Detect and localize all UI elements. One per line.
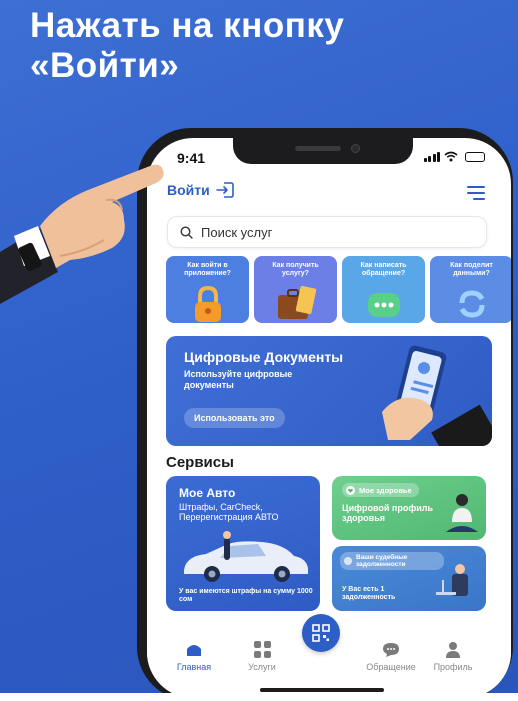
car-illustration bbox=[184, 531, 308, 582]
message-icon bbox=[383, 643, 399, 657]
grid-icon bbox=[253, 641, 271, 658]
phone-notch bbox=[233, 138, 413, 164]
story-label: Как написать обращение? bbox=[360, 262, 407, 277]
story-card-service[interactable]: Как получить услугу? bbox=[254, 256, 337, 323]
stories-row: Как войти в приложение? Как получить усл… bbox=[166, 256, 511, 323]
story-label: Как поделит данными? bbox=[450, 262, 493, 277]
phone-screen: 9:41 Войти Как войти в приложение? bbox=[147, 138, 511, 698]
battery-icon bbox=[465, 152, 485, 162]
health-pill: Мое здоровье bbox=[342, 483, 419, 497]
court-pill: Ваши судебные задолженности bbox=[340, 552, 444, 570]
court-pill-label: Ваши судебные задолженности bbox=[356, 554, 408, 568]
wifi-icon bbox=[444, 151, 458, 162]
search-field[interactable] bbox=[167, 216, 487, 248]
tab-profile[interactable]: Профиль bbox=[423, 640, 483, 672]
tab-profile-label: Профиль bbox=[433, 662, 473, 672]
headline-line-2: «Войти» bbox=[30, 46, 180, 85]
banner-subtitle: Используйте цифровые документы bbox=[184, 369, 293, 390]
meditation-illustration bbox=[446, 494, 478, 532]
signal-icon bbox=[423, 152, 440, 162]
my-auto-card[interactable]: Мое Авто Штрафы, CarCheck, Перерегистрац… bbox=[166, 476, 320, 611]
status-icons bbox=[423, 151, 485, 162]
story-card-share[interactable]: Как поделит данными? bbox=[430, 256, 511, 323]
auto-title: Мое Авто bbox=[179, 486, 236, 500]
sync-icon bbox=[459, 290, 484, 318]
search-input[interactable] bbox=[201, 224, 461, 240]
health-text: Цифровой профиль здоровья bbox=[342, 503, 434, 523]
story-card-appeal[interactable]: Как написать обращение? bbox=[342, 256, 425, 323]
chat-bubble-icon bbox=[367, 293, 400, 317]
court-debts-card[interactable]: Ваши судебные задолженности У Вас есть 1… bbox=[332, 546, 486, 611]
headline: Нажать на кнопку «Войти» bbox=[30, 6, 344, 86]
qr-code-icon bbox=[312, 624, 330, 642]
qr-scan-button[interactable] bbox=[302, 614, 340, 652]
heart-icon bbox=[346, 485, 355, 495]
my-health-card[interactable]: Мое здоровье Цифровой профиль здоровья bbox=[332, 476, 486, 540]
padlock-icon bbox=[194, 285, 221, 322]
tab-appeal[interactable]: Обращение bbox=[361, 640, 421, 672]
home-indicator bbox=[260, 688, 384, 692]
digital-documents-banner[interactable]: Цифровые Документы Используйте цифровые … bbox=[166, 336, 492, 446]
tab-services[interactable]: Услуги bbox=[232, 640, 292, 672]
court-dot-icon bbox=[344, 557, 352, 565]
tab-home[interactable]: Главная bbox=[164, 640, 224, 672]
services-title: Сервисы bbox=[166, 454, 234, 471]
judge-illustration bbox=[436, 564, 468, 596]
use-it-button[interactable]: Использовать это bbox=[184, 408, 285, 428]
login-arrow-icon bbox=[215, 182, 234, 198]
menu-icon[interactable] bbox=[467, 186, 485, 204]
court-debt-note: У Вас есть 1 задолженность bbox=[342, 586, 396, 601]
headline-line-1: Нажать на кнопку bbox=[30, 6, 345, 45]
auto-fines-note: У вас имеются штрафы на сумму 1000 сом bbox=[179, 588, 313, 603]
tab-home-label: Главная bbox=[176, 662, 212, 672]
health-pill-label: Мое здоровье bbox=[359, 485, 412, 495]
user-icon bbox=[446, 642, 460, 658]
bottom-tab-bar: Главная Услуги Обращение Профиль bbox=[147, 614, 511, 698]
tab-services-label: Услуги bbox=[248, 662, 276, 672]
hand-phone-illustration bbox=[382, 345, 492, 446]
story-label: Как получить услугу? bbox=[272, 262, 319, 277]
bottom-margin bbox=[0, 693, 518, 701]
home-icon bbox=[187, 645, 201, 656]
banner-title: Цифровые Документы bbox=[184, 349, 344, 365]
auto-subtitle: Штрафы, CarCheck, Перерегистрация АВТО bbox=[179, 502, 279, 522]
pointing-hand-illustration bbox=[0, 164, 164, 304]
briefcase-icon bbox=[277, 285, 316, 319]
tab-appeal-label: Обращение bbox=[366, 662, 416, 672]
